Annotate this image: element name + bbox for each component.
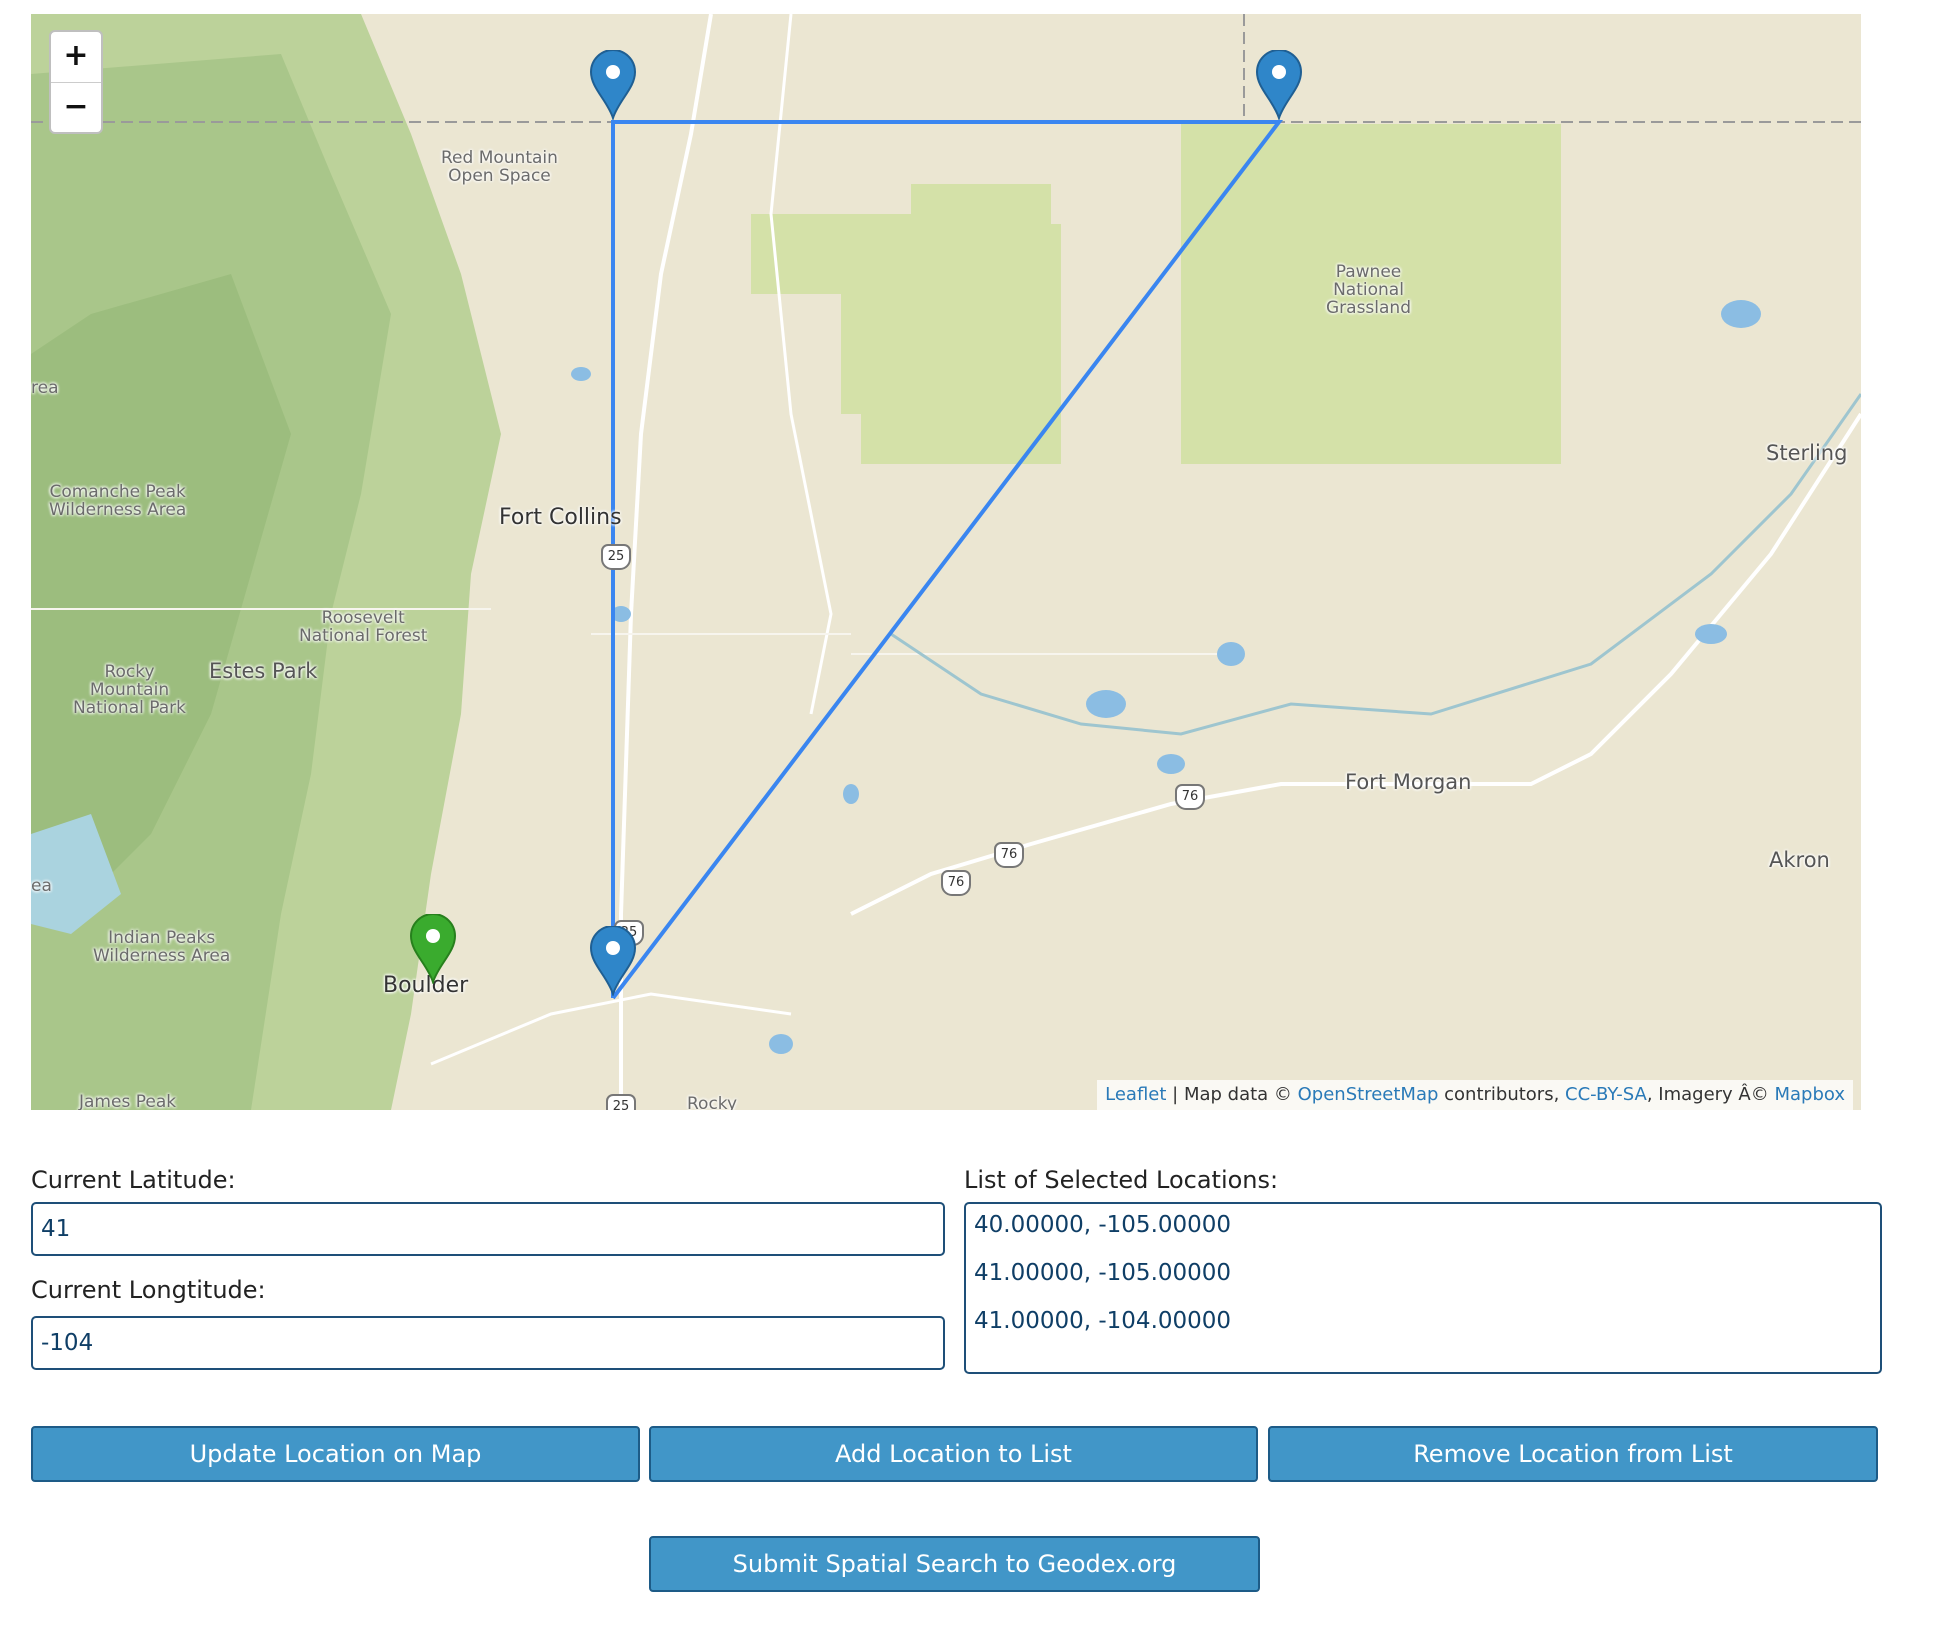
label-fort-morgan: Fort Morgan [1345, 770, 1472, 794]
longitude-label: Current Longtitude: [31, 1276, 266, 1304]
update-location-button[interactable]: Update Location on Map [31, 1426, 640, 1482]
longitude-input[interactable] [31, 1316, 945, 1370]
map-marker-green[interactable] [409, 914, 457, 984]
label-comanche-peak: Comanche Peak Wilderness Area [49, 482, 187, 520]
remove-location-button[interactable]: Remove Location from List [1268, 1426, 1878, 1482]
map-attribution: Leaflet | Map data © OpenStreetMap contr… [1097, 1080, 1853, 1110]
interstate-25-shield: 25 [601, 544, 631, 570]
map-view[interactable]: Red Mountain Open Space Pawnee National … [31, 14, 1861, 1110]
label-ea-left: ea [31, 876, 52, 896]
label-estes-park: Estes Park [209, 659, 318, 683]
attribution-text: contributors, [1438, 1084, 1566, 1105]
interstate-25-shield: 25 [606, 1094, 636, 1110]
mapbox-link[interactable]: Mapbox [1774, 1084, 1845, 1105]
locations-list[interactable]: 40.00000, -105.00000 41.00000, -105.0000… [964, 1202, 1882, 1374]
label-indian-peaks: Indian Peaks Wilderness Area [93, 928, 231, 966]
interstate-76-shield: 76 [941, 870, 971, 896]
attribution-text: | Map data © [1166, 1084, 1298, 1105]
label-red-mountain: Red Mountain Open Space [441, 148, 558, 186]
zoom-control: + − [49, 30, 103, 134]
latitude-input[interactable] [31, 1202, 945, 1256]
interstate-76-shield: 76 [994, 842, 1024, 868]
attribution-text: , Imagery Â© [1646, 1084, 1775, 1105]
label-roosevelt: Roosevelt National Forest [299, 608, 428, 646]
interstate-76-shield: 76 [1175, 784, 1205, 810]
openstreetmap-link[interactable]: OpenStreetMap [1298, 1084, 1439, 1105]
map-tiles [31, 14, 1861, 1110]
map-marker-blue[interactable] [589, 50, 637, 120]
label-james-peak: James Peak [79, 1092, 177, 1110]
map-marker-blue[interactable] [589, 926, 637, 996]
label-rocky-bottom: Rocky [687, 1094, 738, 1110]
label-akron: Akron [1769, 848, 1830, 872]
add-location-button[interactable]: Add Location to List [649, 1426, 1258, 1482]
label-rocky-mountain: Rocky Mountain National Park [73, 662, 186, 718]
cc-by-sa-link[interactable]: CC-BY-SA [1565, 1084, 1647, 1105]
zoom-in-button[interactable]: + [51, 32, 101, 82]
zoom-out-button[interactable]: − [51, 82, 101, 132]
label-fort-collins: Fort Collins [499, 505, 622, 530]
locations-list-label: List of Selected Locations: [964, 1166, 1279, 1194]
location-item[interactable]: 41.00000, -105.00000 [974, 1258, 1872, 1306]
location-item[interactable]: 40.00000, -105.00000 [974, 1210, 1872, 1258]
label-area-left: rea [31, 378, 59, 398]
latitude-label: Current Latitude: [31, 1166, 236, 1194]
label-sterling: Sterling [1766, 441, 1848, 465]
label-pawnee: Pawnee National Grassland [1326, 262, 1411, 318]
map-marker-blue[interactable] [1255, 50, 1303, 120]
location-item[interactable]: 41.00000, -104.00000 [974, 1306, 1872, 1354]
leaflet-link[interactable]: Leaflet [1105, 1084, 1166, 1105]
submit-search-button[interactable]: Submit Spatial Search to Geodex.org [649, 1536, 1260, 1592]
